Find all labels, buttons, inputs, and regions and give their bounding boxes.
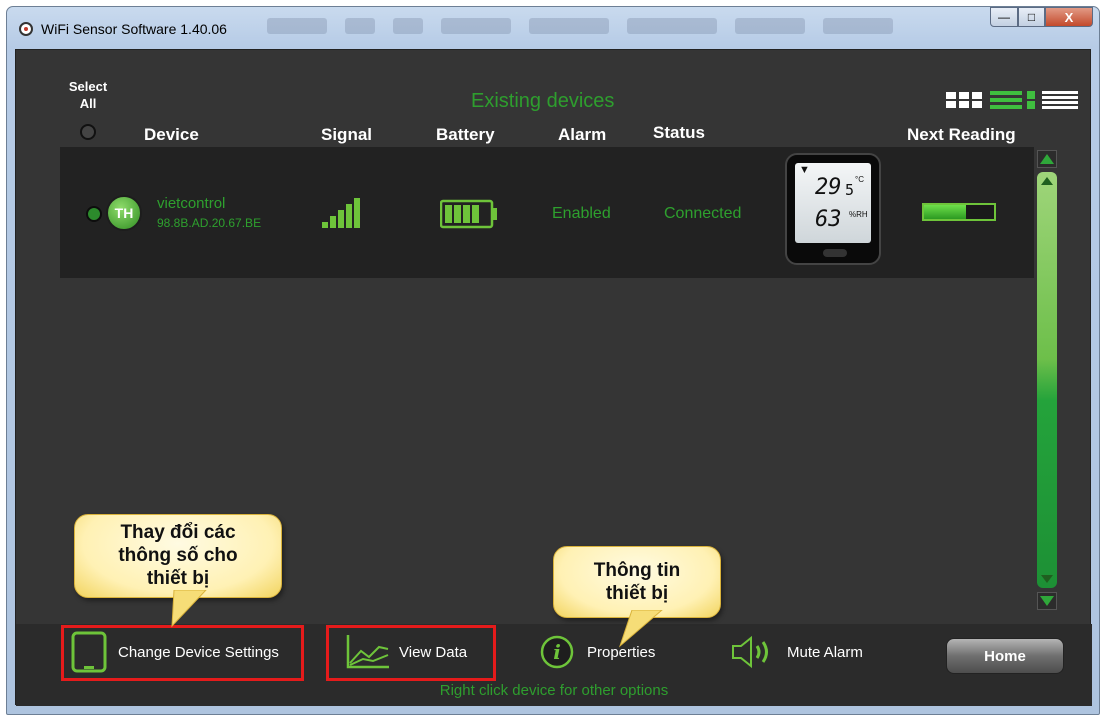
thumb-top-arrow-icon bbox=[1041, 177, 1053, 185]
app-window: WiFi Sensor Software 1.40.06 — □ X Selec… bbox=[6, 6, 1100, 715]
title-bar: WiFi Sensor Software 1.40.06 — □ X bbox=[7, 7, 1099, 47]
speaker-icon bbox=[732, 635, 768, 669]
settings-callout-line3: thiết bị bbox=[146, 568, 210, 589]
next-reading-progress bbox=[922, 203, 996, 221]
sensor-temperature-decimal: 5 bbox=[845, 181, 855, 199]
column-status[interactable]: Status bbox=[653, 123, 705, 143]
select-all-radio[interactable] bbox=[80, 124, 96, 140]
select-all-label: Select All bbox=[68, 79, 108, 111]
window-controls: — □ X bbox=[990, 7, 1093, 27]
sensor-humidity: 63 bbox=[815, 207, 842, 232]
scroll-down-button[interactable] bbox=[1037, 592, 1057, 610]
right-click-hint: Right click device for other options bbox=[439, 682, 669, 699]
thumb-bottom-arrow-icon bbox=[1041, 575, 1053, 583]
detail-list-view-icon[interactable] bbox=[990, 90, 1036, 110]
view-data-highlight bbox=[326, 625, 496, 681]
info-callout-pointer bbox=[618, 610, 663, 648]
mute-alarm-label: Mute Alarm bbox=[787, 643, 863, 661]
sensor-button bbox=[823, 249, 847, 257]
mute-alarm-button[interactable]: Mute Alarm bbox=[729, 634, 863, 670]
scroll-thumb[interactable] bbox=[1037, 172, 1057, 588]
settings-callout-line2: thông số cho bbox=[118, 545, 238, 566]
window-title: WiFi Sensor Software 1.40.06 bbox=[41, 21, 227, 37]
home-button[interactable]: Home bbox=[946, 638, 1064, 674]
column-next-reading[interactable]: Next Reading bbox=[907, 125, 1016, 145]
alarm-value: Enabled bbox=[552, 205, 611, 222]
scroll-up-button[interactable] bbox=[1037, 150, 1057, 168]
status-value: Connected bbox=[664, 205, 742, 222]
app-icon bbox=[19, 22, 33, 36]
minimize-button[interactable]: — bbox=[990, 7, 1018, 27]
change-settings-highlight bbox=[61, 625, 304, 681]
settings-callout-pointer bbox=[171, 590, 207, 628]
antenna-icon: ▼ bbox=[799, 164, 810, 176]
device-select-radio[interactable] bbox=[86, 206, 102, 222]
column-signal[interactable]: Signal bbox=[321, 125, 372, 145]
info-callout: Thông tin thiết bị bbox=[553, 546, 721, 618]
main-panel: Select All Existing devices Device Signa… bbox=[15, 49, 1092, 706]
sensor-humidity-unit: %RH bbox=[849, 210, 868, 219]
device-mac: 98.8B.AD.20.67.BE bbox=[157, 216, 262, 230]
blurred-taskbar-area bbox=[267, 13, 947, 39]
sensor-device-image: ▼ 29 5 °C 63 %RH bbox=[785, 153, 881, 265]
sensor-temperature-unit: °C bbox=[855, 175, 864, 184]
column-battery[interactable]: Battery bbox=[436, 125, 495, 145]
close-button[interactable]: X bbox=[1045, 7, 1093, 27]
view-mode-switch bbox=[946, 90, 1078, 110]
sensor-temperature: 29 bbox=[815, 175, 842, 200]
signal-strength-icon bbox=[322, 198, 360, 228]
vertical-scrollbar[interactable] bbox=[1035, 150, 1061, 612]
list-view-icon[interactable] bbox=[1042, 90, 1078, 110]
info-callout-line2: thiết bị bbox=[605, 583, 669, 604]
device-row[interactable]: TH vietcontrol 98.8B.AD.20.67.BE Enabled… bbox=[60, 147, 1034, 278]
sensor-lcd-screen: ▼ 29 5 °C 63 %RH bbox=[795, 163, 871, 243]
column-alarm[interactable]: Alarm bbox=[558, 125, 606, 145]
settings-callout-line1: Thay đổi các bbox=[120, 522, 236, 543]
info-icon: i bbox=[540, 635, 574, 669]
maximize-button[interactable]: □ bbox=[1018, 7, 1045, 27]
column-device[interactable]: Device bbox=[144, 125, 199, 145]
svg-text:i: i bbox=[553, 640, 561, 664]
battery-icon bbox=[440, 199, 497, 229]
settings-callout: Thay đổi các thông số cho thiết bị bbox=[74, 514, 282, 598]
device-name: vietcontrol bbox=[157, 195, 226, 212]
info-callout-line1: Thông tin bbox=[593, 560, 681, 581]
grid-view-icon[interactable] bbox=[946, 90, 984, 110]
next-reading-progress-fill bbox=[924, 205, 966, 219]
device-type-badge: TH bbox=[106, 195, 142, 231]
existing-devices-title: Existing devices bbox=[471, 90, 615, 112]
